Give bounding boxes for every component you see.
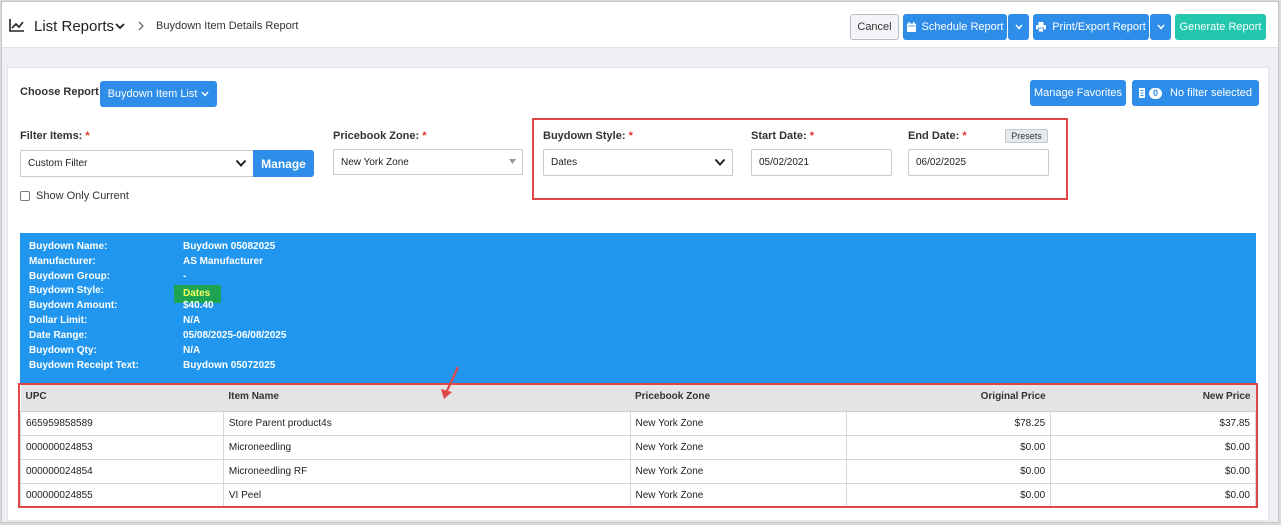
- cell-original-price: $0.00: [846, 434, 1052, 460]
- table-row: 000000024855 VI Peel New York Zone $0.00…: [20, 482, 1256, 508]
- show-only-current-label: Show Only Current: [36, 190, 129, 202]
- chevron-down-icon: [714, 158, 726, 166]
- show-only-current-checkbox[interactable]: [20, 191, 30, 201]
- end-date-input[interactable]: 06/02/2025: [908, 149, 1049, 176]
- presets-button[interactable]: Presets: [1005, 129, 1048, 143]
- cell-new-price: $0.00: [1050, 434, 1256, 460]
- info-row-receipt-text: Buydown Receipt Text: Buydown 05072025: [29, 360, 276, 371]
- info-row-buydown-group: Buydown Group: -: [29, 271, 187, 282]
- filter-status-label: No filter selected: [1170, 87, 1252, 99]
- top-bar: List Reports Buydown Item Details Report…: [2, 2, 1278, 48]
- cell-pricebook-zone: New York Zone: [629, 410, 848, 436]
- cell-upc: 000000024854: [20, 458, 224, 484]
- table-row: 000000024853 Microneedling New York Zone…: [20, 434, 1256, 460]
- start-date-input[interactable]: 05/02/2021: [751, 149, 892, 176]
- calendar-icon: [906, 22, 916, 32]
- table-row: 000000024854 Microneedling RF New York Z…: [20, 458, 1256, 484]
- info-row-manufacturer: Manufacturer: AS Manufacturer: [29, 256, 264, 267]
- start-date-label: Start Date: *: [751, 130, 814, 142]
- buydown-info-block: Buydown Name: Buydown 05082025 Manufactur…: [20, 233, 1256, 383]
- filter-icon: [1139, 88, 1146, 98]
- print-export-button[interactable]: Print/Export Report: [1033, 14, 1149, 40]
- info-row-buydown-style: Buydown Style: Dates: [29, 285, 429, 303]
- cell-item-name: Store Parent product4s: [222, 410, 631, 436]
- table-row: 665959858589 Store Parent product4s New …: [20, 410, 1256, 436]
- chevron-down-icon: [1156, 24, 1165, 30]
- cell-item-name: Microneedling RF: [222, 458, 631, 484]
- manage-favorites-button[interactable]: Manage Favorites: [1030, 80, 1126, 106]
- end-date-label: End Date: *: [908, 130, 967, 142]
- info-row-buydown-amount: Buydown Amount: $40.40: [29, 300, 214, 311]
- buydown-style-label: Buydown Style: *: [543, 130, 633, 142]
- pricebook-zone-label: Pricebook Zone: *: [333, 130, 427, 142]
- filter-count-badge: 0: [1149, 87, 1163, 99]
- chevron-down-icon[interactable]: [114, 20, 126, 32]
- column-header-item-name[interactable]: Item Name: [223, 383, 630, 412]
- filter-status-button[interactable]: 0 No filter selected: [1132, 80, 1259, 106]
- column-header-pricebook-zone[interactable]: Pricebook Zone: [630, 383, 847, 412]
- buydown-items-table: UPC Item Name Pricebook Zone Original Pr…: [20, 383, 1256, 508]
- cell-pricebook-zone: New York Zone: [629, 482, 848, 508]
- report-select-button[interactable]: Buydown Item List: [100, 81, 217, 107]
- print-export-label: Print/Export Report: [1052, 21, 1146, 33]
- cell-upc: 000000024853: [20, 434, 224, 460]
- cell-upc: 665959858589: [20, 410, 224, 436]
- schedule-report-label: Schedule Report: [921, 21, 1004, 33]
- schedule-report-button[interactable]: Schedule Report: [903, 14, 1007, 40]
- page-title: List Reports: [34, 18, 115, 35]
- chevron-down-icon: [1014, 24, 1023, 30]
- report-panel: Choose Report Buydown Item List Manage F…: [7, 67, 1269, 521]
- caret-down-icon: [509, 159, 516, 164]
- column-header-upc[interactable]: UPC: [20, 383, 224, 412]
- printer-icon: [1036, 22, 1047, 32]
- print-export-dropdown[interactable]: [1150, 14, 1171, 40]
- choose-report-label: Choose Report: [20, 86, 99, 98]
- table-header-row: UPC Item Name Pricebook Zone Original Pr…: [20, 383, 1256, 412]
- chevron-down-icon: [235, 159, 247, 167]
- cell-new-price: $0.00: [1050, 482, 1256, 508]
- cell-pricebook-zone: New York Zone: [629, 458, 848, 484]
- info-row-date-range: Date Range: 05/08/2025-06/08/2025: [29, 330, 287, 341]
- info-row-buydown-name: Buydown Name: Buydown 05082025: [29, 241, 276, 252]
- breadcrumb: Buydown Item Details Report: [156, 20, 299, 32]
- buydown-style-select[interactable]: Dates: [543, 149, 733, 176]
- generate-report-button[interactable]: Generate Report: [1175, 14, 1266, 40]
- manage-filter-button[interactable]: Manage: [253, 150, 314, 177]
- cell-new-price: $0.00: [1050, 458, 1256, 484]
- pricebook-zone-select[interactable]: New York Zone: [333, 149, 523, 175]
- cell-original-price: $78.25: [846, 410, 1052, 436]
- cell-new-price: $37.85: [1050, 410, 1256, 436]
- filter-items-label: Filter Items: *: [20, 130, 90, 142]
- filter-items-select[interactable]: Custom Filter: [20, 150, 254, 177]
- report-select-label: Buydown Item List: [107, 88, 198, 100]
- chevron-down-icon: [201, 91, 209, 97]
- column-header-original-price[interactable]: Original Price: [846, 383, 1051, 412]
- cell-item-name: VI Peel: [222, 482, 631, 508]
- cell-upc: 000000024855: [20, 482, 224, 508]
- cell-original-price: $0.00: [846, 482, 1052, 508]
- cell-pricebook-zone: New York Zone: [629, 434, 848, 460]
- app-window: List Reports Buydown Item Details Report…: [1, 1, 1279, 523]
- cell-item-name: Microneedling: [222, 434, 631, 460]
- cancel-button[interactable]: Cancel: [850, 14, 899, 40]
- line-chart-icon: [9, 19, 24, 32]
- annotation-arrow-icon: [441, 366, 459, 399]
- cell-original-price: $0.00: [846, 458, 1052, 484]
- chevron-right-icon: [138, 21, 144, 31]
- info-row-buydown-qty: Buydown Qty: N/A: [29, 345, 201, 356]
- schedule-report-dropdown[interactable]: [1008, 14, 1029, 40]
- column-header-new-price[interactable]: New Price: [1050, 383, 1256, 412]
- info-row-dollar-limit: Dollar Limit: N/A: [29, 315, 201, 326]
